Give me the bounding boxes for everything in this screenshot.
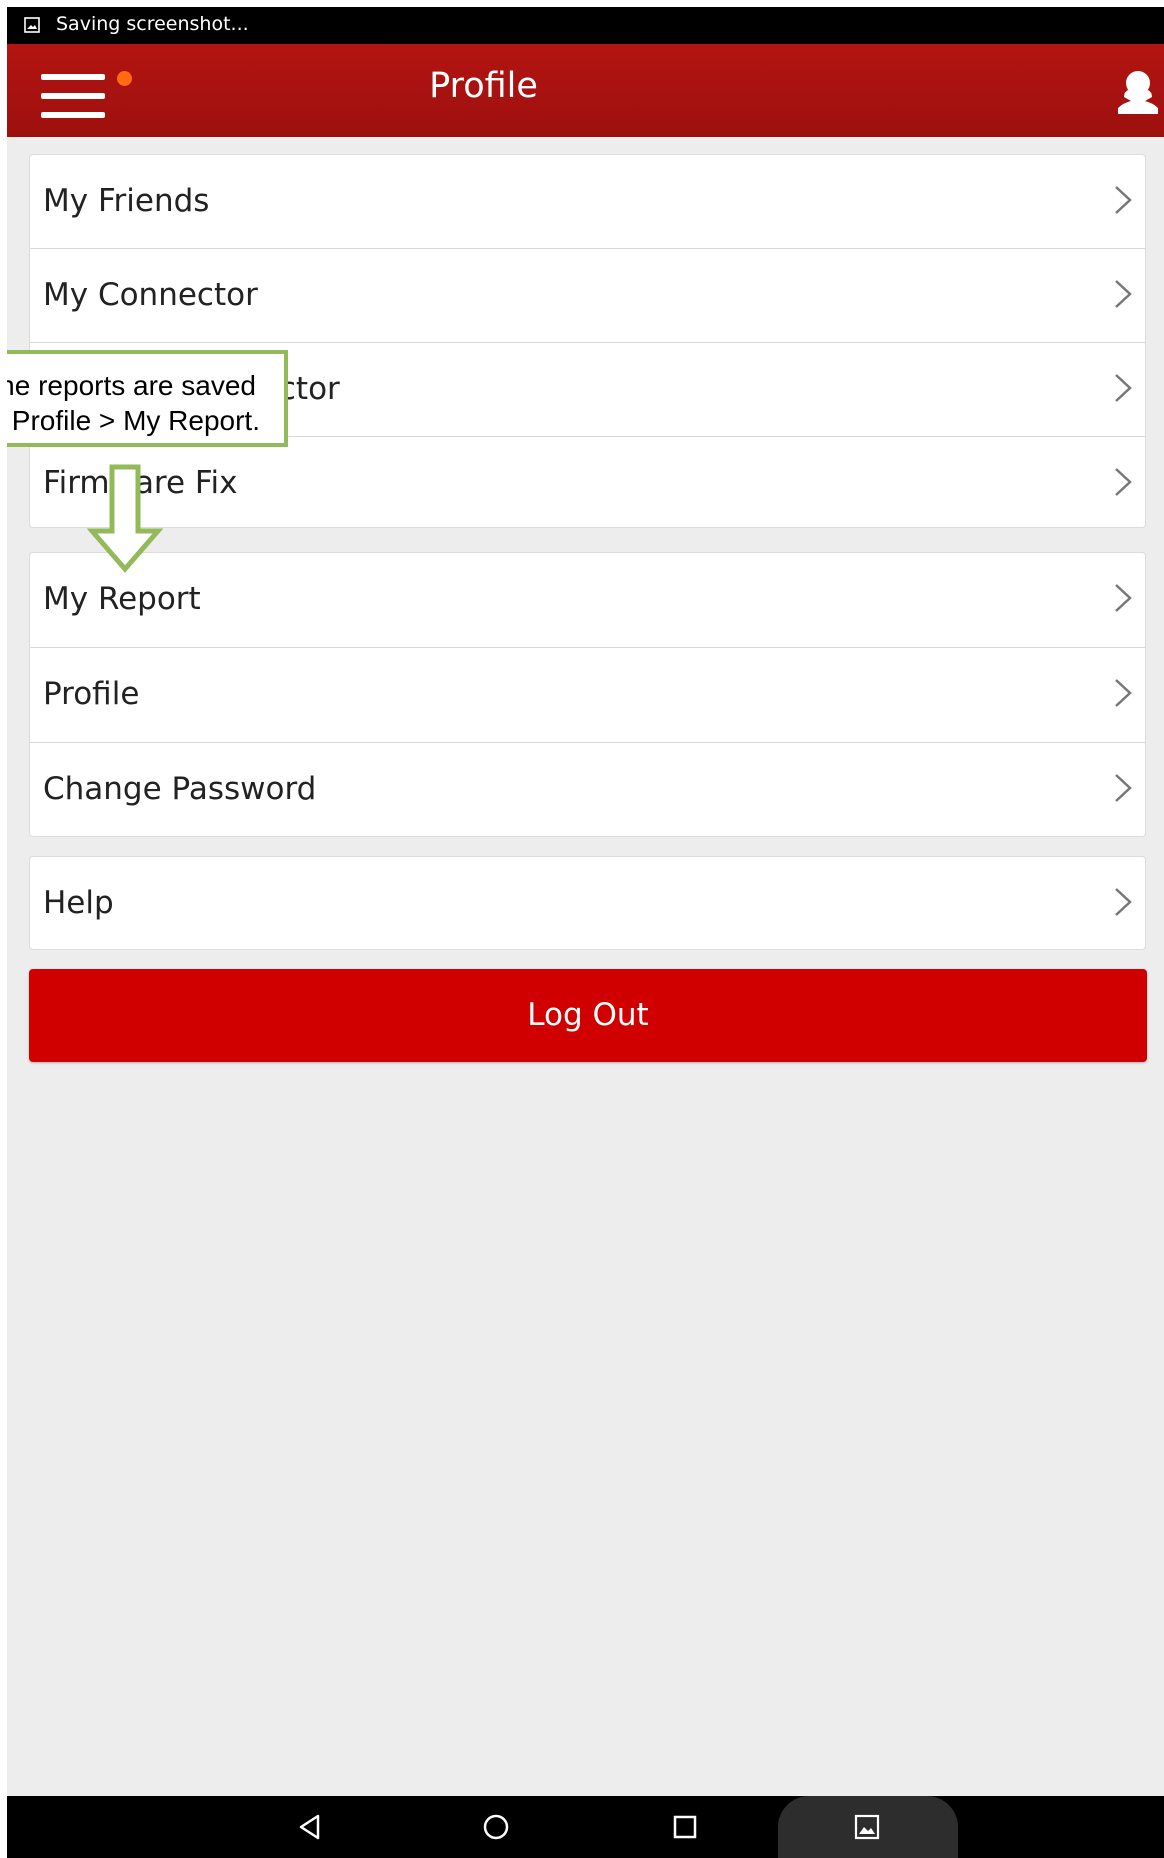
menu-item-change-password[interactable]: Change Password: [30, 743, 1145, 838]
menu-item-firmware-fix[interactable]: Firmware Fix: [30, 437, 1145, 531]
menu-item-my-connector[interactable]: My Connector: [30, 249, 1145, 343]
app-bar: Profile: [7, 44, 1164, 137]
app-screen: Saving screenshot... Profile My Friends …: [7, 7, 1164, 1858]
menu-item-my-friends[interactable]: My Friends: [30, 155, 1145, 249]
system-nav-bar: [7, 1796, 1164, 1858]
menu-item-label: Profile: [43, 676, 140, 712]
chevron-right-icon: [1113, 678, 1133, 713]
chevron-right-icon: [1113, 887, 1133, 922]
back-icon[interactable]: [296, 1813, 324, 1846]
menu-group-help: Help: [29, 856, 1146, 950]
annotation-line-2: in Profile > My Report.: [7, 405, 260, 436]
chevron-right-icon: [1113, 583, 1133, 618]
recents-icon[interactable]: [671, 1813, 699, 1846]
chevron-right-icon: [1113, 185, 1133, 220]
menu-item-profile[interactable]: Profile: [30, 648, 1145, 743]
status-text: Saving screenshot...: [56, 13, 249, 35]
screenshot-button[interactable]: [778, 1796, 958, 1858]
down-arrow-icon: [86, 463, 164, 580]
chevron-right-icon: [1113, 279, 1133, 314]
status-bar: Saving screenshot...: [7, 7, 1164, 44]
menu-group-settings: My Report Profile Change Password: [29, 552, 1146, 837]
user-icon[interactable]: [1115, 68, 1161, 121]
chevron-right-icon: [1113, 773, 1133, 808]
menu-item-help[interactable]: Help: [30, 857, 1145, 951]
menu-item-label: My Report: [43, 581, 201, 617]
logout-button[interactable]: Log Out: [29, 969, 1147, 1062]
annotation-line-1: The reports are saved: [7, 370, 256, 401]
image-icon: [24, 16, 40, 38]
chevron-right-icon: [1113, 467, 1133, 502]
menu-item-label: My Friends: [43, 183, 210, 219]
page-title: Profile: [429, 66, 538, 106]
annotation-callout: The reports are saved in Profile > My Re…: [7, 350, 288, 447]
menu-item-label: Help: [43, 885, 114, 921]
screenshot-icon: [854, 1814, 880, 1845]
chevron-right-icon: [1113, 373, 1133, 408]
menu-item-label: Change Password: [43, 771, 317, 807]
menu-item-my-report[interactable]: My Report: [30, 553, 1145, 648]
menu-item-label: My Connector: [43, 277, 258, 313]
home-icon[interactable]: [482, 1813, 510, 1846]
menu-group-account: My Friends My Connector Activate Connect…: [29, 154, 1146, 528]
